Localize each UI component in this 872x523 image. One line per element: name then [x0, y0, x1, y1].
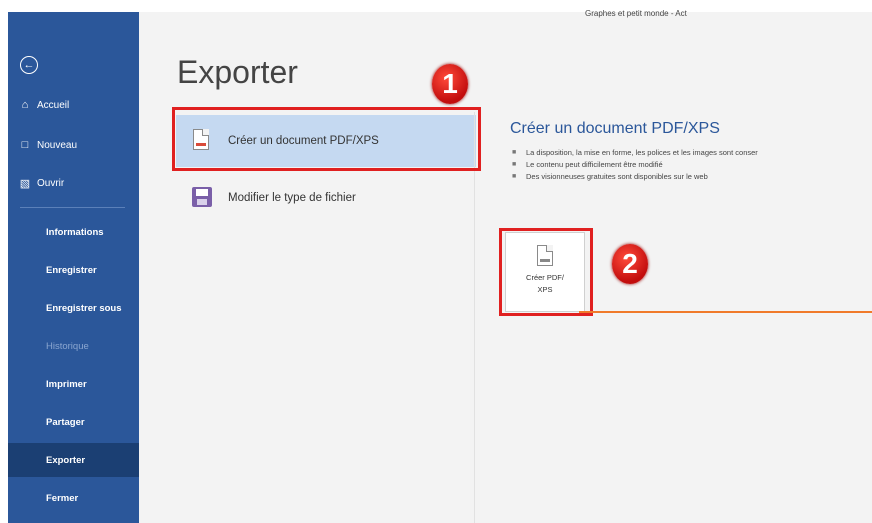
new-document-icon: □ — [21, 139, 29, 151]
panel-divider — [474, 112, 475, 523]
option-change-file-type[interactable]: Modifier le type de fichier — [176, 172, 476, 224]
pdf-document-icon — [190, 128, 214, 154]
backstage-sidebar: ← ⌂ Accueil □ Nouveau ▧ Ouvrir Informati… — [8, 12, 139, 523]
sidebar-item-nouveau[interactable]: □ Nouveau — [8, 132, 139, 158]
window-left-edge — [0, 0, 8, 523]
home-icon: ⌂ — [21, 99, 29, 111]
pdf-document-icon — [536, 245, 554, 267]
page-title: Exporter — [177, 54, 298, 90]
sidebar-item-partager[interactable]: Partager — [8, 405, 139, 439]
sidebar-item-informations[interactable]: Informations — [8, 215, 139, 249]
sidebar-item-ouvrir[interactable]: ▧ Ouvrir — [8, 170, 139, 196]
save-as-icon — [190, 185, 214, 211]
button-label: Créer PDF/ XPS — [526, 273, 564, 294]
back-icon[interactable]: ← — [20, 56, 38, 74]
step-badge-1: 1 — [432, 64, 468, 104]
list-item: ■ Des visionneuses gratuites sont disponi… — [512, 171, 708, 181]
option-label: Créer un document PDF/XPS — [228, 135, 379, 147]
sidebar-item-enregistrer-sous[interactable]: Enregistrer sous — [8, 291, 139, 325]
sidebar-item-label: Nouveau — [37, 139, 78, 151]
folder-open-icon: ▧ — [19, 177, 31, 190]
backstage-main: Exporter Créer un document PDF/XPS Modif… — [139, 12, 872, 523]
detail-bullets: ■ La disposition, la mise en forme, les p… — [512, 146, 872, 182]
sidebar-divider — [20, 207, 125, 208]
sidebar-item-label: Ouvrir — [37, 177, 65, 189]
sidebar-item-imprimer[interactable]: Imprimer — [8, 367, 139, 401]
window-title: Graphes et petit monde - Act — [585, 9, 687, 18]
list-item: ■ Le contenu peut difficilement être modi… — [512, 159, 663, 169]
create-pdf-xps-button[interactable]: Créer PDF/ XPS — [505, 232, 585, 312]
sidebar-item-accueil[interactable]: ⌂ Accueil — [8, 92, 139, 118]
annotation-line — [579, 311, 872, 313]
sidebar-item-enregistrer[interactable]: Enregistrer — [8, 253, 139, 287]
sidebar-item-label: Accueil — [37, 99, 70, 111]
sidebar-item-exporter[interactable]: Exporter — [8, 443, 139, 477]
window-top-strip — [0, 0, 872, 12]
option-label: Modifier le type de fichier — [228, 192, 356, 204]
option-create-pdf-xps[interactable]: Créer un document PDF/XPS — [176, 115, 476, 167]
list-item: ■ La disposition, la mise en forme, les p… — [512, 147, 758, 157]
sidebar-item-fermer[interactable]: Fermer — [8, 481, 139, 515]
sidebar-item-historique: Historique — [46, 340, 89, 352]
step-badge-2: 2 — [612, 244, 648, 284]
detail-title: Créer un document PDF/XPS — [510, 120, 720, 137]
